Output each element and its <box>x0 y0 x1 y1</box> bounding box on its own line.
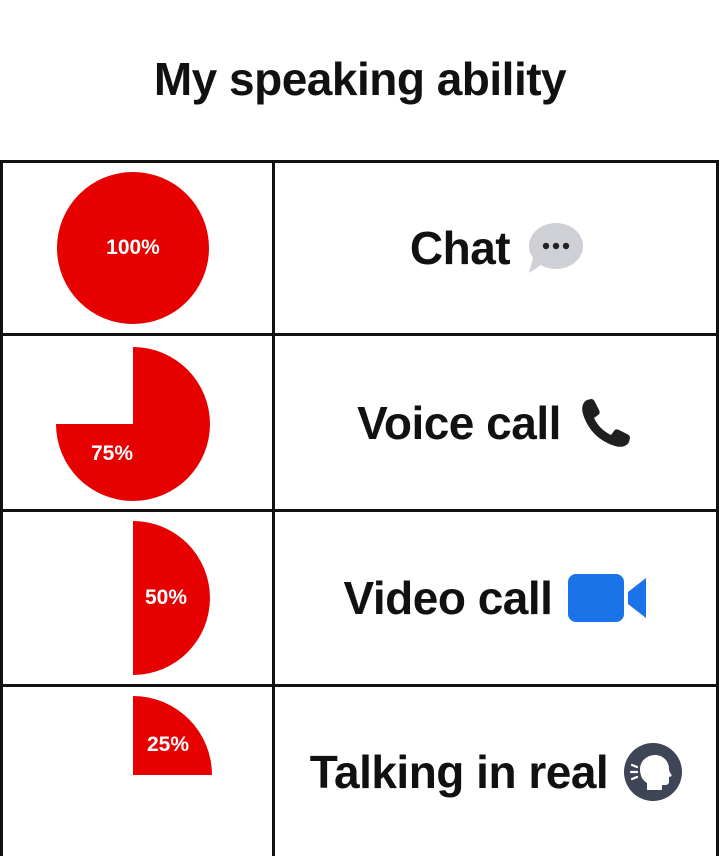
pie-cell: 50% <box>2 512 272 684</box>
label-cell: Chat <box>275 163 719 333</box>
table-row: 100% Chat <box>0 163 719 333</box>
label-cell: Voice call <box>275 336 719 509</box>
row-label: Chat <box>409 222 511 274</box>
pie-chart <box>133 696 212 775</box>
pie-cell: 100% <box>2 163 272 333</box>
row-label: Talking in real <box>309 745 609 798</box>
speaking-head-icon <box>622 741 684 803</box>
row-label: Voice call <box>357 396 561 449</box>
pie-slice <box>56 347 210 501</box>
row-label: Video call <box>343 572 553 624</box>
speech-bubble-icon <box>524 218 584 278</box>
table-row: 25% Talking in real <box>0 687 719 856</box>
percent-label: 100% <box>106 236 160 259</box>
video-camera-icon <box>566 570 650 626</box>
percent-label: 50% <box>144 586 188 609</box>
pie-chart <box>133 521 210 675</box>
comparison-table: 100% Chat 75% Voice call 50% Video call … <box>0 160 719 856</box>
pie-cell: 25% <box>2 687 272 856</box>
table-row: 50% Video call <box>0 512 719 684</box>
label-cell: Video call <box>275 512 719 684</box>
pie-cell: 75% <box>2 336 272 509</box>
table-row: 75% Voice call <box>0 336 719 509</box>
phone-icon <box>575 392 637 454</box>
percent-label: 25% <box>146 733 190 756</box>
page-title: My speaking ability <box>153 53 567 105</box>
pie-chart <box>56 347 210 501</box>
percent-label: 75% <box>90 442 134 465</box>
label-cell: Talking in real <box>275 687 719 856</box>
